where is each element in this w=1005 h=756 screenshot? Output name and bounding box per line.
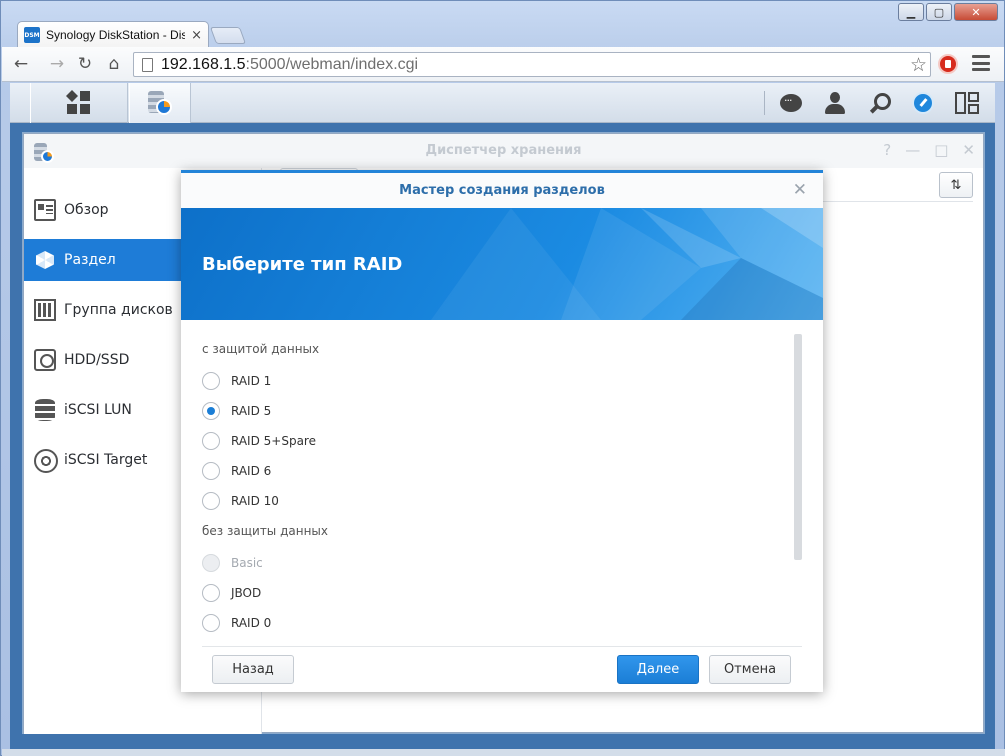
browser-tab[interactable]: DSM Synology DiskStation - Dis × [17, 21, 209, 48]
reload-icon[interactable]: ↻ [74, 53, 96, 75]
window-close-button[interactable]: ✕ [954, 3, 998, 21]
user-menu-button[interactable] [813, 83, 857, 123]
radio-label: RAID 6 [231, 464, 272, 478]
radio-label: RAID 5+Spare [231, 434, 316, 448]
radio-button[interactable] [202, 492, 220, 510]
sidebar-item-label: Обзор [64, 202, 109, 218]
radio-button[interactable] [202, 432, 220, 450]
radio-button-disabled [202, 554, 220, 572]
dsm-taskbar [10, 83, 995, 123]
iscsi-lun-icon [34, 399, 56, 421]
storage-manager-window-controls: ? — □ ✕ [883, 141, 975, 159]
radio-button[interactable] [202, 584, 220, 602]
back-arrow-icon[interactable]: ← [10, 53, 32, 75]
wizard-title: Мастер создания разделов [181, 173, 823, 208]
window-controls: ▁ ▢ ✕ [898, 3, 998, 21]
minimize-icon[interactable]: — [905, 141, 920, 159]
widgets-button[interactable] [945, 83, 989, 123]
help-icon[interactable]: ? [883, 141, 891, 159]
tab-close-icon[interactable]: × [191, 28, 202, 43]
radio-button-selected[interactable] [202, 402, 220, 420]
url-host: 192.168.1.5 [161, 55, 246, 73]
close-icon[interactable]: ✕ [962, 141, 975, 159]
storage-manager-title-bar[interactable]: Диспетчер хранения ? — □ ✕ [24, 134, 983, 168]
home-icon[interactable]: ⌂ [103, 53, 125, 75]
search-icon [868, 92, 891, 114]
radio-jbod[interactable]: JBOD [202, 583, 261, 603]
wizard-close-icon[interactable]: ✕ [793, 180, 807, 200]
wizard-footer-divider [202, 646, 802, 647]
protected-section-label: с защитой данных [202, 342, 320, 356]
unprotected-section-label: без защиты данных [202, 524, 329, 538]
radio-raid-5-spare[interactable]: RAID 5+Spare [202, 431, 316, 451]
taskbar-tray [760, 83, 989, 123]
main-menu-icon [65, 89, 91, 115]
dsm-favicon-icon: DSM [24, 27, 40, 43]
bookmark-star-icon[interactable]: ☆ [910, 54, 927, 76]
radio-button[interactable] [202, 462, 220, 480]
speedometer-icon [912, 92, 934, 114]
volume-icon [34, 249, 56, 271]
dsm-chat-button[interactable] [769, 83, 813, 123]
disk-group-icon [34, 299, 56, 321]
window-bottom-border [2, 749, 1005, 756]
maximize-button[interactable]: ▢ [926, 3, 952, 21]
maximize-icon[interactable]: □ [934, 141, 948, 159]
hdd-icon [34, 349, 56, 371]
radio-button[interactable] [202, 614, 220, 632]
radio-basic: Basic [202, 553, 263, 573]
radio-label: RAID 0 [231, 616, 272, 630]
radio-raid-6[interactable]: RAID 6 [202, 461, 271, 481]
browser-menu-icon[interactable] [972, 55, 990, 71]
radio-label: RAID 10 [231, 494, 279, 508]
radio-label: RAID 1 [231, 374, 272, 388]
sidebar-item-label: iSCSI LUN [64, 402, 132, 418]
create-volume-wizard: Мастер создания разделов ✕ Выберите тип … [181, 170, 823, 692]
main-menu-button[interactable] [30, 83, 128, 123]
radio-label: RAID 5 [231, 404, 272, 418]
new-tab-button[interactable] [209, 27, 247, 44]
storage-manager-taskbar-button[interactable] [129, 83, 191, 123]
wizard-body: с защитой данных RAID 1 RAID 5 RAID 5+Sp… [181, 320, 823, 646]
overview-icon [34, 199, 56, 221]
address-bar[interactable]: 192.168.1.5:5000/webman/index.cgi ☆ [133, 52, 931, 77]
radio-raid-10[interactable]: RAID 10 [202, 491, 279, 511]
radio-raid-0[interactable]: RAID 0 [202, 613, 271, 633]
next-button[interactable]: Далее [617, 655, 699, 684]
search-button[interactable] [857, 83, 901, 123]
sidebar-item-label: Группа дисков [64, 302, 173, 318]
tab-strip: DSM Synology DiskStation - Dis × ▁ ▢ ✕ [1, 1, 1004, 48]
back-button[interactable]: Назад [212, 655, 294, 684]
sidebar-item-label: Раздел [64, 252, 116, 268]
url-path: :5000/webman/index.cgi [245, 55, 419, 73]
adblock-extension-icon[interactable] [938, 54, 958, 74]
forward-arrow-icon[interactable]: → [46, 53, 68, 75]
chat-icon [780, 94, 802, 112]
sidebar-item-label: HDD/SSD [64, 352, 130, 368]
page-icon [142, 57, 153, 72]
wizard-banner: Выберите тип RAID [181, 208, 823, 320]
radio-label: Basic [231, 556, 263, 570]
widgets-icon [955, 92, 979, 114]
wizard-step-title: Выберите тип RAID [202, 254, 403, 275]
radio-raid-5[interactable]: RAID 5 [202, 401, 271, 421]
minimize-button[interactable]: ▁ [898, 3, 924, 21]
browser-toolbar: ← → ↻ ⌂ 192.168.1.5:5000/webman/index.cg… [2, 47, 1004, 82]
cancel-button[interactable]: Отмена [709, 655, 791, 684]
user-icon [824, 92, 846, 114]
storage-manager-icon [146, 89, 174, 117]
tab-title: Synology DiskStation - Dis [46, 28, 186, 42]
iscsi-target-icon [34, 449, 58, 473]
wizard-scrollbar[interactable] [794, 334, 802, 560]
sidebar-item-label: iSCSI Target [64, 452, 148, 468]
resource-monitor-button[interactable] [901, 83, 945, 123]
radio-raid-1[interactable]: RAID 1 [202, 371, 271, 391]
radio-button[interactable] [202, 372, 220, 390]
tray-separator [764, 91, 765, 115]
storage-manager-title: Диспетчер хранения [425, 143, 582, 158]
sort-button[interactable]: ⇅ [939, 172, 973, 198]
radio-label: JBOD [231, 586, 262, 600]
